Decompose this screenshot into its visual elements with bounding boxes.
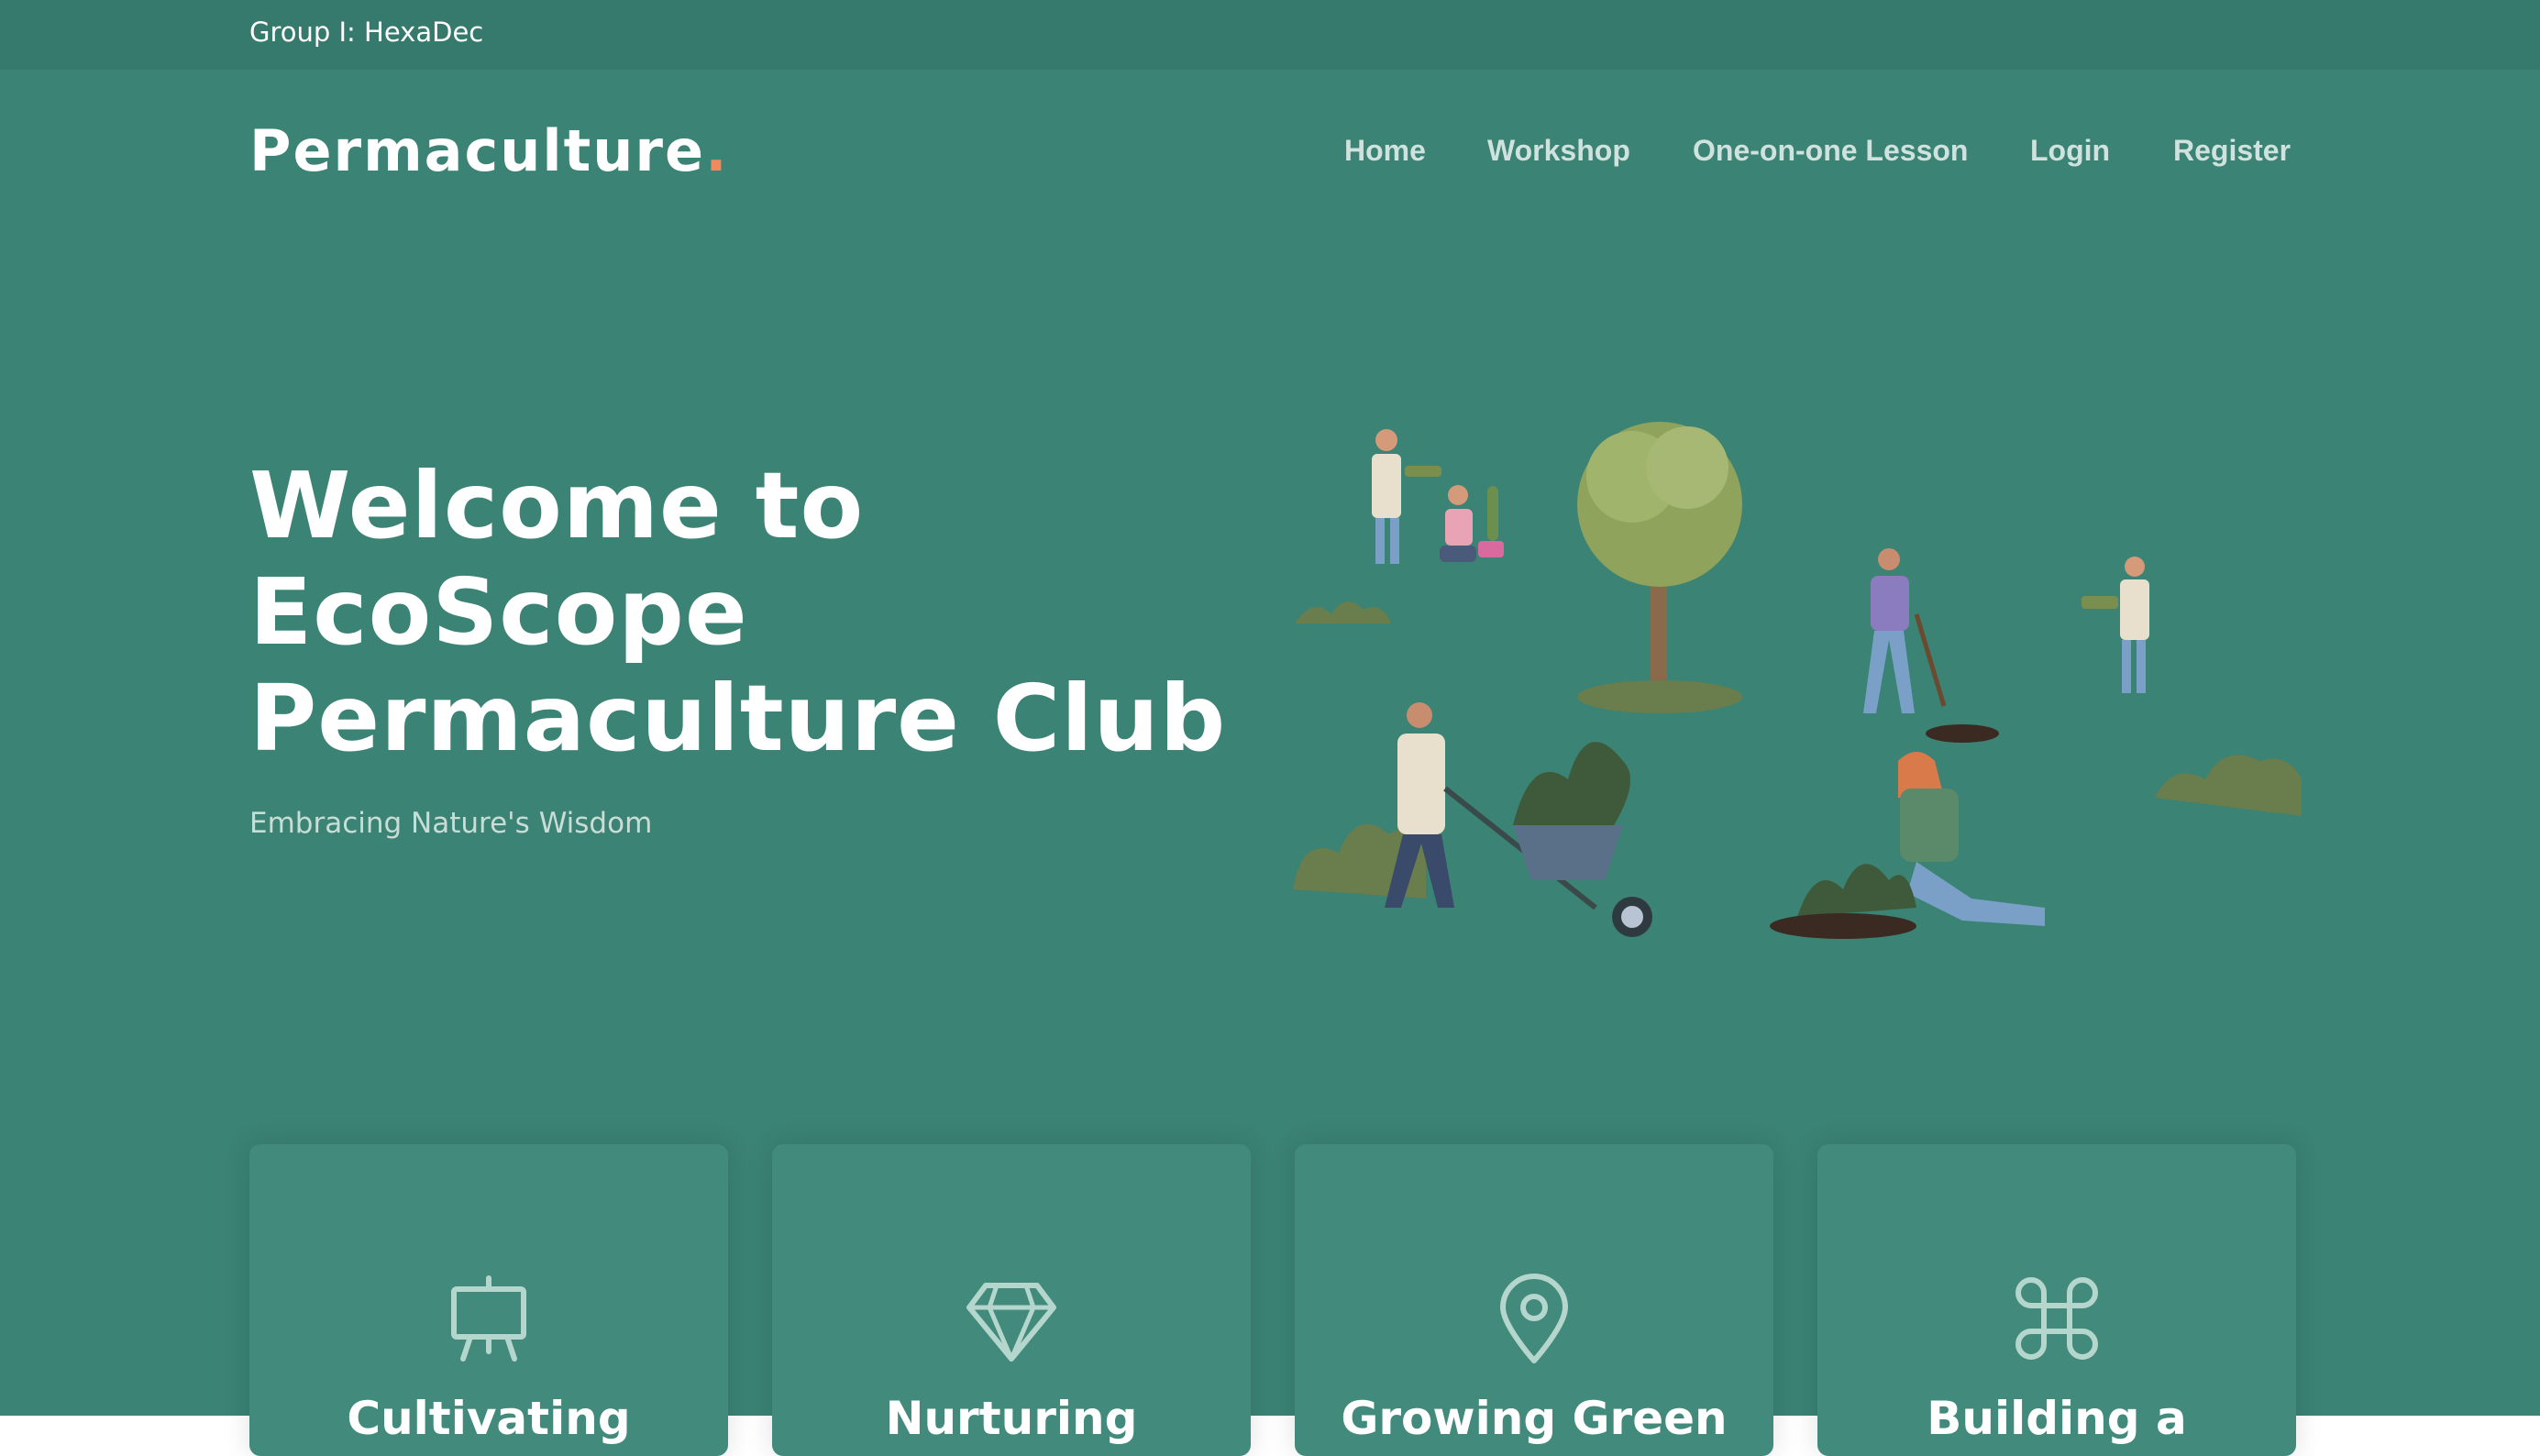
top-bar: Group I: HexaDec (0, 0, 2540, 70)
site-logo[interactable]: Permaculture. (249, 117, 729, 184)
feature-title: Nurturing (885, 1392, 1138, 1445)
feature-title: Cultivating (347, 1392, 631, 1445)
nav-one-on-one-lesson[interactable]: One-on-one Lesson (1693, 134, 1968, 168)
feature-card[interactable]: Nurturing (772, 1144, 1251, 1456)
hero-title: Welcome to EcoScope Permaculture Club (249, 453, 1226, 772)
feature-card[interactable]: Growing Green (1295, 1144, 1773, 1456)
command-icon (2015, 1277, 2098, 1360)
feature-title: Building a (1927, 1392, 2187, 1445)
logo-dot: . (705, 117, 729, 184)
nav-login[interactable]: Login (2030, 134, 2110, 168)
easel-icon (451, 1275, 526, 1362)
logo-text: Permaculture (249, 117, 706, 184)
hero-title-line: EcoScope (249, 558, 748, 666)
diamond-icon (966, 1283, 1056, 1362)
feature-title: Growing Green (1341, 1392, 1728, 1445)
feature-card[interactable]: Cultivating (249, 1144, 728, 1456)
hero-title-line: Permaculture Club (249, 665, 1227, 772)
nav-workshop[interactable]: Workshop (1487, 134, 1630, 168)
feature-card[interactable]: Building a (1817, 1144, 2296, 1456)
hero-subtitle: Embracing Nature's Wisdom (249, 807, 653, 840)
map-pin-icon (1500, 1274, 1568, 1363)
nav-home[interactable]: Home (1344, 134, 1426, 168)
hero-title-line: Welcome to (249, 452, 865, 559)
nav-register[interactable]: Register (2173, 134, 2291, 168)
group-label: Group I: HexaDec (249, 17, 484, 48)
gardeners-illustration (1293, 422, 2302, 939)
